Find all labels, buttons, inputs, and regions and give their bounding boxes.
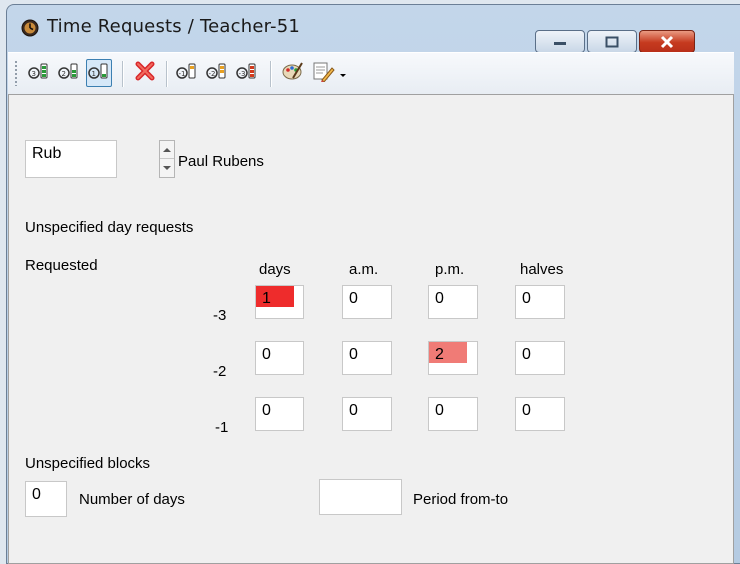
column-header-halves: halves xyxy=(520,261,564,278)
am-field[interactable]: 0 xyxy=(342,397,392,431)
pm-field[interactable]: 0 xyxy=(428,285,478,319)
request-minus-1-button[interactable]: -1 xyxy=(174,59,200,87)
halves-field[interactable]: 0 xyxy=(515,285,565,319)
spin-up-icon[interactable] xyxy=(160,141,174,159)
time-requests-panel: Rub Paul Rubens Unspecified day requests… xyxy=(8,94,734,564)
toolbar: 3 2 1 -1 -2 -3 xyxy=(8,52,734,94)
am-field[interactable]: 0 xyxy=(342,341,392,375)
minimize-icon xyxy=(552,38,568,46)
cell-value: 0 xyxy=(349,290,358,307)
delete-button[interactable] xyxy=(132,59,158,87)
palette-icon xyxy=(281,60,305,87)
cell-value: 0 xyxy=(522,402,531,419)
request-level-1-icon: 1 xyxy=(87,61,111,86)
spin-down-icon[interactable] xyxy=(160,159,174,177)
close-button[interactable] xyxy=(639,30,695,53)
cell-value: 0 xyxy=(435,402,444,419)
cell-value: 0 xyxy=(262,346,271,363)
days-field[interactable]: 0 xyxy=(255,341,304,375)
svg-text:1: 1 xyxy=(92,70,96,78)
svg-text:2: 2 xyxy=(62,70,66,78)
am-field[interactable]: 0 xyxy=(342,285,392,319)
cell-value: 0 xyxy=(522,290,531,307)
cell-value: 0 xyxy=(262,402,271,419)
column-header-days: days xyxy=(259,261,291,278)
halves-field[interactable]: 0 xyxy=(515,341,565,375)
maximize-icon xyxy=(604,35,620,49)
delete-icon xyxy=(133,60,157,87)
period-from-to-field[interactable] xyxy=(319,479,402,515)
request-level-3-icon: 3 xyxy=(27,61,51,86)
svg-text:-3: -3 xyxy=(239,70,246,78)
toolbar-grip[interactable] xyxy=(14,60,18,86)
request-minus-2-button[interactable]: -2 xyxy=(204,59,230,87)
svg-text:3: 3 xyxy=(32,70,36,78)
column-header-pm: p.m. xyxy=(435,261,465,278)
cell-value: 2 xyxy=(435,346,444,363)
number-of-days-field[interactable]: 0 xyxy=(25,481,67,517)
svg-text:-1: -1 xyxy=(179,70,186,78)
maximize-button[interactable] xyxy=(587,30,637,53)
row-level-label: -3 xyxy=(213,307,227,324)
days-field[interactable]: 0 xyxy=(255,397,304,431)
request-minus-2-icon: -2 xyxy=(205,61,229,86)
row-level-label: -2 xyxy=(213,363,227,380)
cell-value: 0 xyxy=(435,290,444,307)
column-header-am: a.m. xyxy=(349,261,379,278)
teacher-spinner[interactable] xyxy=(159,140,175,178)
close-icon xyxy=(658,35,676,49)
minimize-button[interactable] xyxy=(535,30,585,53)
request-level-2-icon: 2 xyxy=(57,61,81,86)
unspecified-day-requests-heading: Unspecified day requests xyxy=(25,219,194,236)
halves-field[interactable]: 0 xyxy=(515,397,565,431)
request-level-3-button[interactable]: 3 xyxy=(26,59,52,87)
period-from-to-label: Period from-to xyxy=(413,491,509,508)
toolbar-separator xyxy=(270,61,271,87)
requested-label: Requested xyxy=(25,257,98,274)
cell-value: 0 xyxy=(349,402,358,419)
toolbar-separator xyxy=(122,61,123,87)
pm-field[interactable]: 2 xyxy=(428,341,478,375)
svg-text:-2: -2 xyxy=(209,70,216,78)
teacher-short-name-value: Rub xyxy=(32,145,62,162)
clock-icon xyxy=(21,19,39,37)
print-button[interactable] xyxy=(310,59,336,87)
number-of-days-value: 0 xyxy=(32,486,41,503)
teacher-full-name: Paul Rubens xyxy=(178,153,264,170)
teacher-short-name-field[interactable]: Rub xyxy=(25,140,117,178)
unspecified-blocks-heading: Unspecified blocks xyxy=(25,455,151,472)
number-of-days-label: Number of days xyxy=(79,491,185,508)
dropdown-arrow-icon xyxy=(338,61,348,86)
request-level-1-button[interactable]: 1 xyxy=(86,59,112,87)
days-field[interactable]: 1 xyxy=(255,285,304,319)
print-icon xyxy=(311,60,335,87)
pm-field[interactable]: 0 xyxy=(428,397,478,431)
request-minus-1-icon: -1 xyxy=(175,61,199,86)
row-level-label: -1 xyxy=(215,419,229,436)
toolbar-separator xyxy=(166,61,167,87)
request-minus-3-icon: -3 xyxy=(235,61,259,86)
palette-button[interactable] xyxy=(280,59,306,87)
cell-value: 1 xyxy=(262,290,271,307)
request-minus-3-button[interactable]: -3 xyxy=(234,59,260,87)
toolbar-dropdown-button[interactable] xyxy=(336,59,350,87)
window-title: Time Requests / Teacher-51 xyxy=(47,16,301,37)
request-level-2-button[interactable]: 2 xyxy=(56,59,82,87)
cell-value: 0 xyxy=(349,346,358,363)
cell-value: 0 xyxy=(522,346,531,363)
